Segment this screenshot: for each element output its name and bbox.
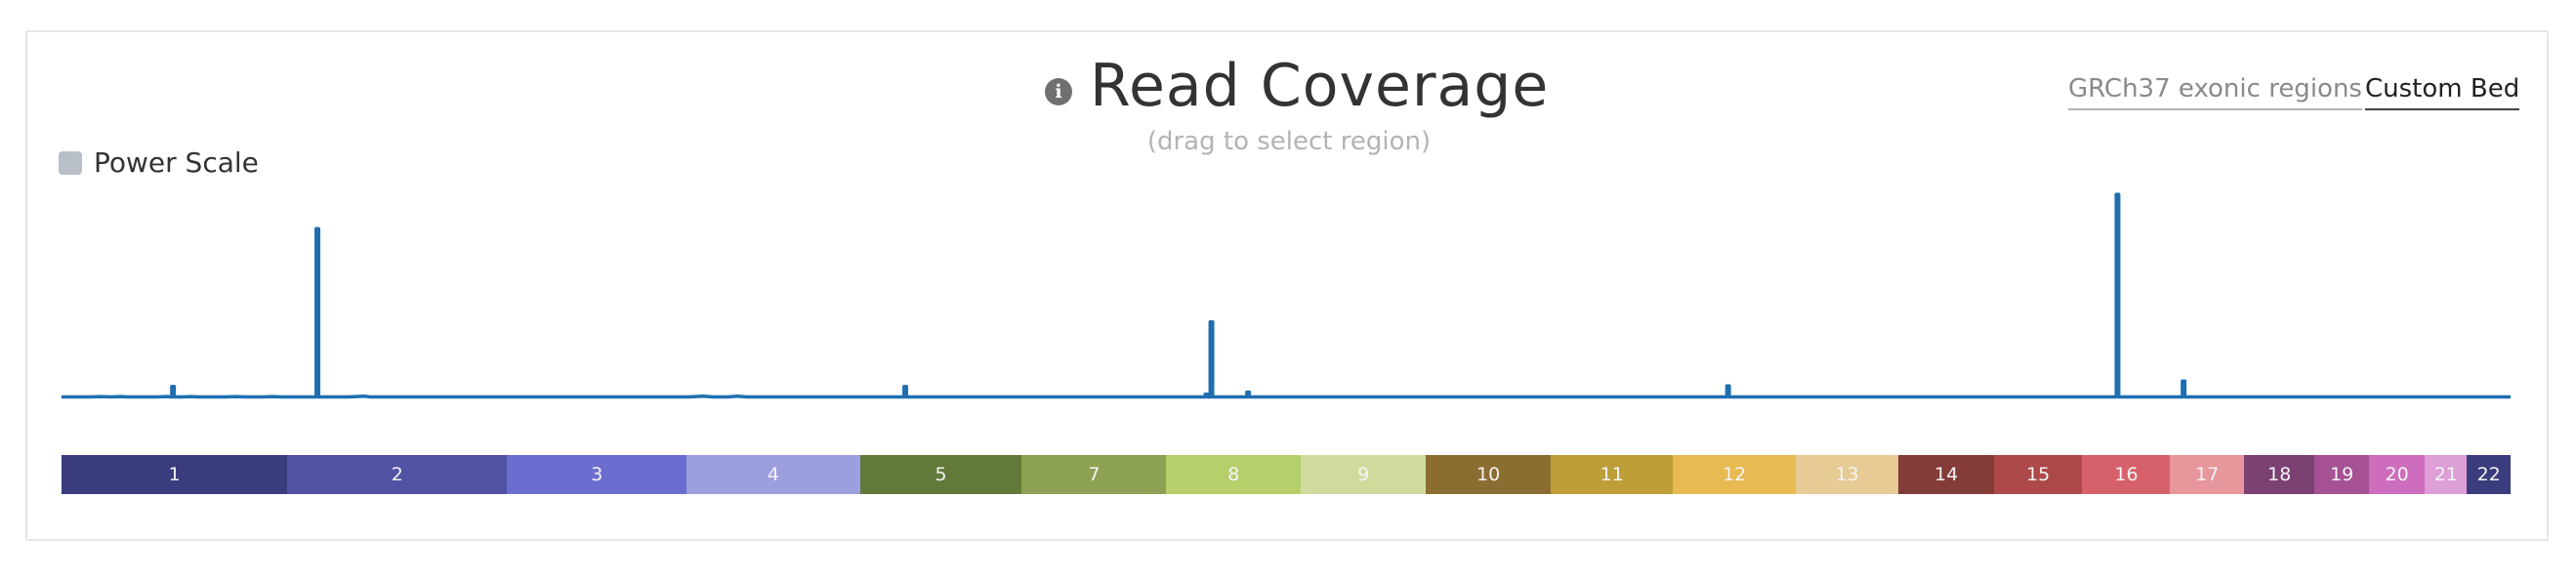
chromosome-label: 18 [2267, 464, 2292, 485]
chromosome-segment[interactable]: 2 [286, 455, 508, 494]
chromosome-label: 12 [1723, 464, 1747, 485]
chromosome-segment[interactable]: 5 [859, 455, 1022, 494]
chromosome-label: 9 [1357, 464, 1370, 485]
coverage-chart[interactable] [0, 0, 2576, 439]
chromosome-label: 17 [2195, 464, 2220, 485]
chromosome-segment[interactable]: 3 [507, 455, 687, 494]
chromosome-label: 15 [2026, 464, 2051, 485]
chromosome-label: 7 [1088, 464, 1101, 485]
chromosome-label: 14 [1934, 464, 1959, 485]
chromosome-label: 5 [935, 464, 947, 485]
chromosome-label: 13 [1835, 464, 1859, 485]
chromosome-segment[interactable]: 11 [1550, 455, 1674, 494]
chromosome-segment[interactable]: 10 [1425, 455, 1552, 494]
chromosome-segment[interactable]: 14 [1898, 455, 1995, 494]
chromosome-label: 16 [2114, 464, 2139, 485]
chromosome-label: 10 [1476, 464, 1501, 485]
chromosome-label: 11 [1600, 464, 1624, 485]
chromosome-segment[interactable]: 19 [2314, 455, 2370, 494]
chromosome-segment[interactable]: 15 [1993, 455, 2083, 494]
chromosome-label: 21 [2433, 464, 2458, 485]
chromosome-label: 2 [391, 464, 403, 485]
chromosome-segment[interactable]: 20 [2368, 455, 2426, 494]
chromosome-segment[interactable]: 22 [2466, 455, 2512, 494]
chromosome-bar: 1 2 3 4 5 7 8 9 10 11 12 13 14 15 16 17 18 19 20 21 22 [62, 455, 2512, 494]
chromosome-segment[interactable]: 21 [2425, 455, 2468, 494]
chromosome-label: 22 [2476, 464, 2501, 485]
chromosome-label: 1 [168, 464, 181, 485]
chromosome-segment[interactable]: 4 [686, 455, 861, 494]
chromosome-label: 19 [2330, 464, 2354, 485]
chromosome-label: 20 [2385, 464, 2409, 485]
chromosome-segment[interactable]: 8 [1166, 455, 1302, 494]
chromosome-segment[interactable]: 12 [1673, 455, 1797, 494]
chromosome-label: 4 [767, 464, 779, 485]
chromosome-segment[interactable]: 18 [2243, 455, 2315, 494]
chromosome-segment[interactable]: 7 [1021, 455, 1167, 494]
coverage-line-series [62, 192, 2511, 399]
chromosome-segment[interactable]: 13 [1795, 455, 1899, 494]
chromosome-label: 3 [591, 464, 603, 485]
chromosome-segment[interactable]: 16 [2082, 455, 2171, 494]
chromosome-segment[interactable]: 1 [62, 455, 288, 494]
chromosome-label: 8 [1227, 464, 1240, 485]
chromosome-segment[interactable]: 9 [1301, 455, 1427, 494]
chromosome-segment[interactable]: 17 [2170, 455, 2245, 494]
